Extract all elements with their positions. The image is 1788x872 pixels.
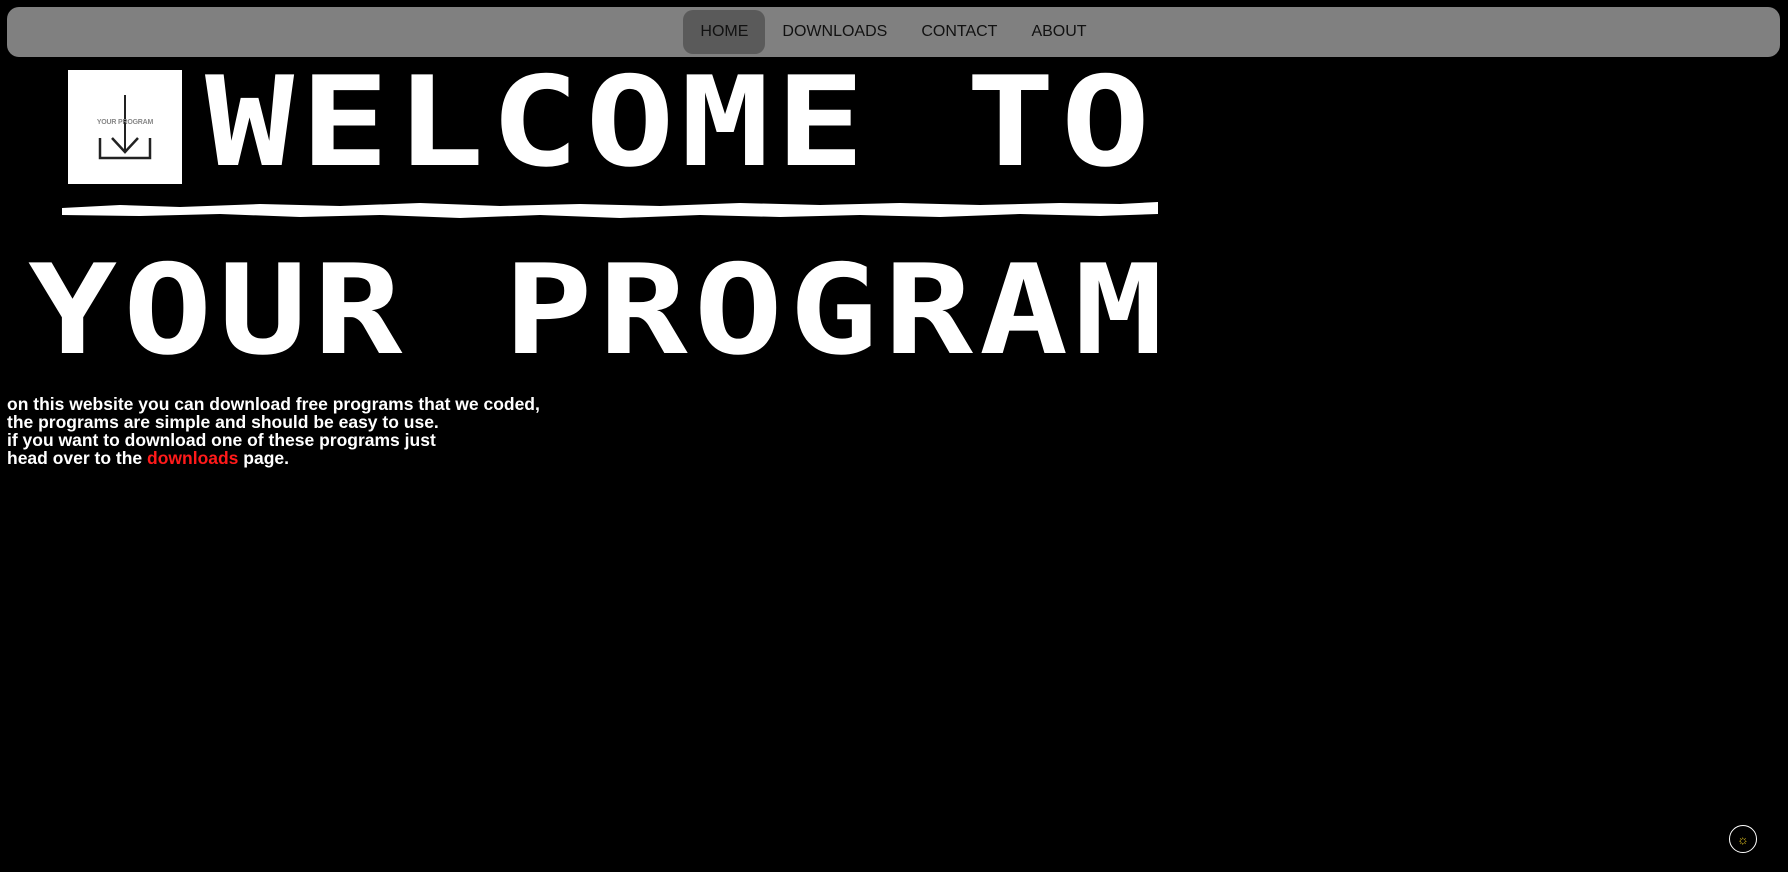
hero: YOUR PROGRAM WELCOME TO YOUR PROGRAM [0, 60, 1300, 380]
intro-line: the programs are simple and should be ea… [7, 412, 439, 432]
intro-text: on this website you can download free pr… [7, 395, 540, 467]
sun-icon: ☼ [1737, 831, 1749, 847]
brush-underline [62, 202, 1158, 218]
logo-text: YOUR PROGRAM [96, 119, 154, 126]
download-icon [98, 95, 152, 160]
nav-about[interactable]: ABOUT [1014, 10, 1103, 54]
nav-contact[interactable]: CONTACT [904, 10, 1014, 54]
logo: YOUR PROGRAM [68, 70, 182, 184]
intro-text-before-link: head over to the [7, 448, 148, 468]
nav-downloads[interactable]: DOWNLOADS [765, 10, 904, 54]
intro-line: on this website you can download free pr… [7, 394, 540, 414]
nav-home[interactable]: HOME [683, 10, 766, 54]
intro-text-after-link: page. [238, 448, 289, 468]
theme-toggle-button[interactable]: ☼ [1729, 825, 1757, 853]
intro-line: if you want to download one of these pro… [7, 430, 436, 450]
downloads-link[interactable]: downloads [147, 448, 238, 468]
intro-line: head over to the downloads page. [7, 449, 540, 467]
headline-line-1: WELCOME TO [205, 49, 1157, 195]
headline-line-2: YOUR PROGRAM [28, 237, 1170, 383]
